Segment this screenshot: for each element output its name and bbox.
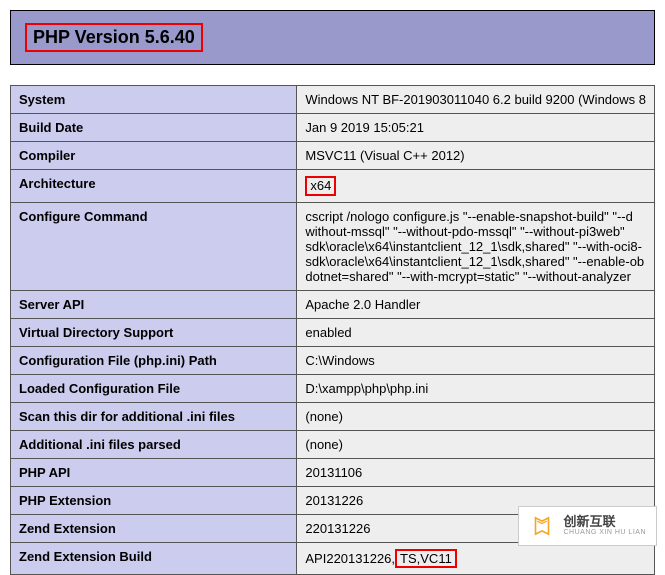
row-label: Compiler bbox=[11, 142, 297, 170]
table-row: SystemWindows NT BF-201903011040 6.2 bui… bbox=[11, 86, 655, 114]
row-label: Server API bbox=[11, 290, 297, 318]
row-label: PHP Extension bbox=[11, 486, 297, 514]
row-label: Zend Extension Build bbox=[11, 542, 297, 575]
row-label: Configuration File (php.ini) Path bbox=[11, 346, 297, 374]
watermark-cn: 创新互联 bbox=[563, 515, 646, 529]
phpinfo-table: SystemWindows NT BF-201903011040 6.2 bui… bbox=[10, 85, 655, 575]
row-label: System bbox=[11, 86, 297, 114]
row-value: 20131106 bbox=[297, 458, 655, 486]
row-value: (none) bbox=[297, 402, 655, 430]
table-row: Zend Extension BuildAPI220131226,TS,VC11 bbox=[11, 542, 655, 575]
table-row: CompilerMSVC11 (Visual C++ 2012) bbox=[11, 142, 655, 170]
row-value: Windows NT BF-201903011040 6.2 build 920… bbox=[297, 86, 655, 114]
row-label: PHP API bbox=[11, 458, 297, 486]
table-row: Configuration File (php.ini) PathC:\Wind… bbox=[11, 346, 655, 374]
table-row: Scan this dir for additional .ini files(… bbox=[11, 402, 655, 430]
row-value: C:\Windows bbox=[297, 346, 655, 374]
row-value: enabled bbox=[297, 318, 655, 346]
table-row: Additional .ini files parsed(none) bbox=[11, 430, 655, 458]
watermark-logo-icon bbox=[529, 513, 555, 539]
table-row: Loaded Configuration FileD:\xampp\php\ph… bbox=[11, 374, 655, 402]
watermark-text: 创新互联 CHUANG XIN HU LIAN bbox=[563, 515, 646, 537]
row-value: x64 bbox=[297, 170, 655, 203]
table-row: Architecture x64 bbox=[11, 170, 655, 203]
row-value: Apache 2.0 Handler bbox=[297, 290, 655, 318]
table-row: PHP API20131106 bbox=[11, 458, 655, 486]
highlighted-value: x64 bbox=[305, 176, 336, 196]
phpinfo-header: PHP Version 5.6.40 bbox=[10, 10, 655, 65]
row-label: Configure Command bbox=[11, 202, 297, 290]
row-value: MSVC11 (Visual C++ 2012) bbox=[297, 142, 655, 170]
table-row: Configure Commandcscript /nologo configu… bbox=[11, 202, 655, 290]
highlighted-value: TS,VC11 bbox=[395, 549, 457, 569]
row-value: (none) bbox=[297, 430, 655, 458]
page-title: PHP Version 5.6.40 bbox=[25, 23, 203, 52]
watermark-badge: 创新互联 CHUANG XIN HU LIAN bbox=[518, 506, 657, 546]
row-label: Architecture bbox=[11, 170, 297, 203]
row-label: Additional .ini files parsed bbox=[11, 430, 297, 458]
row-label: Scan this dir for additional .ini files bbox=[11, 402, 297, 430]
watermark-sub: CHUANG XIN HU LIAN bbox=[563, 529, 646, 537]
row-value: Jan 9 2019 15:05:21 bbox=[297, 114, 655, 142]
table-row: Virtual Directory Supportenabled bbox=[11, 318, 655, 346]
row-value: cscript /nologo configure.js "--enable-s… bbox=[297, 202, 655, 290]
row-label: Zend Extension bbox=[11, 514, 297, 542]
row-label: Loaded Configuration File bbox=[11, 374, 297, 402]
table-row: Server APIApache 2.0 Handler bbox=[11, 290, 655, 318]
row-label: Virtual Directory Support bbox=[11, 318, 297, 346]
row-label: Build Date bbox=[11, 114, 297, 142]
table-row: Build DateJan 9 2019 15:05:21 bbox=[11, 114, 655, 142]
row-value: D:\xampp\php\php.ini bbox=[297, 374, 655, 402]
row-value: API220131226,TS,VC11 bbox=[297, 542, 655, 575]
